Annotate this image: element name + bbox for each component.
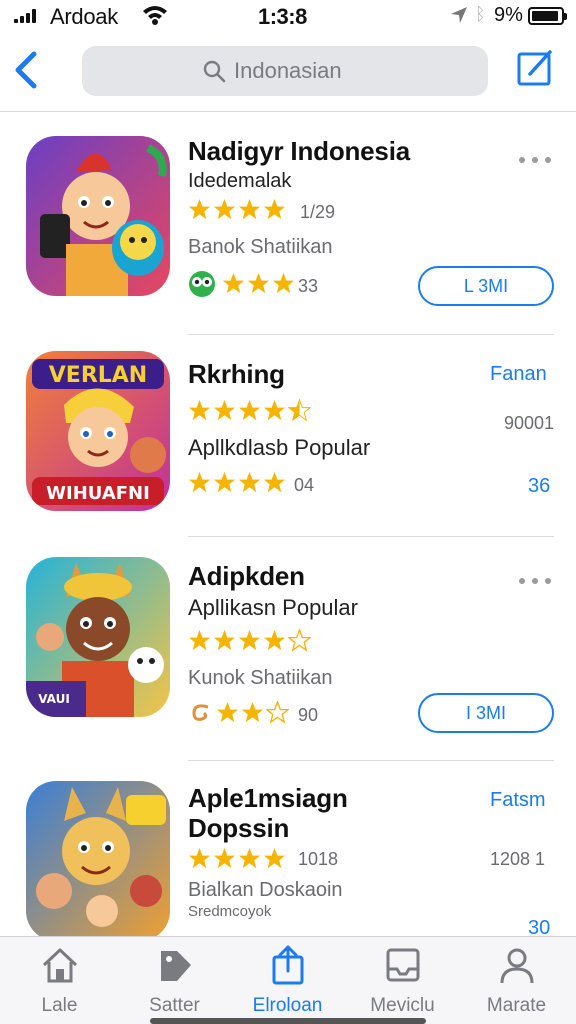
svg-text:WIHUAFNI: WIHUAFNI xyxy=(46,483,150,504)
app-icon[interactable] xyxy=(26,781,170,936)
tab-lale[interactable]: Lale xyxy=(2,937,117,1024)
category-link[interactable]: Fanan xyxy=(490,363,547,386)
svg-text:VAUI: VAUI xyxy=(38,692,70,706)
app-title-line2[interactable]: Dopssin xyxy=(188,813,289,844)
tab-label: Elroloan xyxy=(252,995,323,1016)
get-button[interactable]: I 3MI xyxy=(418,693,554,733)
more-icon[interactable] xyxy=(518,154,552,166)
rating-count: 1/29 xyxy=(300,202,336,222)
tab-elroloan[interactable]: Elroloan xyxy=(230,937,345,1024)
house-icon xyxy=(42,948,78,983)
battery-icon xyxy=(528,7,567,25)
rating-count: 04 xyxy=(294,475,315,495)
value-label: 90001 xyxy=(504,413,555,433)
app-subtitle: Apllkdlasb Popular xyxy=(188,435,371,460)
side-link[interactable]: 30 xyxy=(528,917,550,936)
rating-stars xyxy=(222,272,295,295)
app-icon[interactable]: VERLAN WIHUAFNI xyxy=(26,351,170,511)
signal-icon xyxy=(14,9,40,23)
value-label: 1208 1 xyxy=(490,849,546,869)
owl-icon xyxy=(189,271,215,297)
app-icon[interactable]: VAUI xyxy=(26,557,170,717)
status-bar: Ardoak 1:3:8 ᛒ 9% xyxy=(0,0,576,32)
more-icon[interactable] xyxy=(518,575,552,587)
app-subtitle: Idedemalak xyxy=(188,170,292,192)
app-icon[interactable] xyxy=(26,136,170,296)
app-title[interactable]: Adipkden xyxy=(188,561,305,592)
home-indicator xyxy=(150,1018,426,1024)
navigation-bar: Indonasian xyxy=(0,32,576,112)
app-title[interactable]: Nadigyr Indonesia xyxy=(188,136,410,167)
share-icon xyxy=(272,945,304,985)
app-title[interactable]: Aple1msiagn xyxy=(188,783,348,814)
app-row[interactable]: Nadigyr Indonesia Idedemalak 1/29 Banok … xyxy=(0,112,576,334)
swirl-icon xyxy=(192,704,209,721)
rating-stars xyxy=(188,198,286,221)
tab-satter[interactable]: Satter xyxy=(117,937,232,1024)
extra-text: Sredmcoyok xyxy=(188,903,272,920)
rating-stars xyxy=(188,471,286,494)
rating-count: 1018 xyxy=(298,849,339,869)
compose-icon[interactable] xyxy=(516,48,554,88)
person-icon xyxy=(500,948,534,984)
svg-text:VERLAN: VERLAN xyxy=(49,363,147,388)
location-icon xyxy=(451,7,467,23)
search-input[interactable]: Indonasian xyxy=(234,58,342,84)
app-subtitle: Apllikasn Popular xyxy=(188,595,358,620)
carrier-name: Ardoak xyxy=(50,4,118,29)
tab-marate[interactable]: Marate xyxy=(459,937,574,1024)
back-chevron-icon[interactable] xyxy=(10,50,42,90)
rating-stars xyxy=(188,399,311,422)
bluetooth-icon: ᛒ xyxy=(475,4,486,24)
app-row[interactable]: Aple1msiagn Dopssin Fatsm 1018 1208 1 Bi… xyxy=(0,761,576,936)
search-icon xyxy=(203,60,226,83)
rating-count: 90 xyxy=(298,705,319,725)
tab-bar: Lale Satter Elroloan Meviclu Marate xyxy=(0,936,576,1024)
rating-stars xyxy=(188,629,311,652)
category-link[interactable]: Fatsm xyxy=(490,789,546,812)
developer-name: Bialkan Doskaoin xyxy=(188,879,343,901)
get-button[interactable]: L 3MI xyxy=(418,266,554,306)
app-row[interactable]: VERLAN WIHUAFNI Rkrhing Fanan 90001 Apll… xyxy=(0,335,576,535)
rating-count: 33 xyxy=(298,276,319,296)
app-title[interactable]: Rkrhing xyxy=(188,359,285,390)
tab-meviclu[interactable]: Meviclu xyxy=(345,937,460,1024)
rating-stars xyxy=(188,847,286,870)
tag-icon xyxy=(161,951,191,981)
battery-percent: 9% xyxy=(494,4,523,26)
tab-label: Lale xyxy=(41,995,78,1016)
developer-name: Kunok Shatiikan xyxy=(188,667,333,689)
wifi-icon xyxy=(143,6,167,25)
clock: 1:3:8 xyxy=(258,4,307,29)
side-link[interactable]: 36 xyxy=(528,475,550,498)
tray-icon xyxy=(386,948,420,982)
tab-label: Marate xyxy=(486,995,547,1016)
developer-name: Banok Shatiikan xyxy=(188,236,333,258)
tab-label: Satter xyxy=(149,995,200,1016)
app-row[interactable]: VAUI Adipkden Apllikasn Popular Kunok Sh… xyxy=(0,537,576,759)
tab-label: Meviclu xyxy=(370,995,435,1016)
rating-stars xyxy=(216,701,289,724)
search-field[interactable]: Indonasian xyxy=(82,46,488,96)
